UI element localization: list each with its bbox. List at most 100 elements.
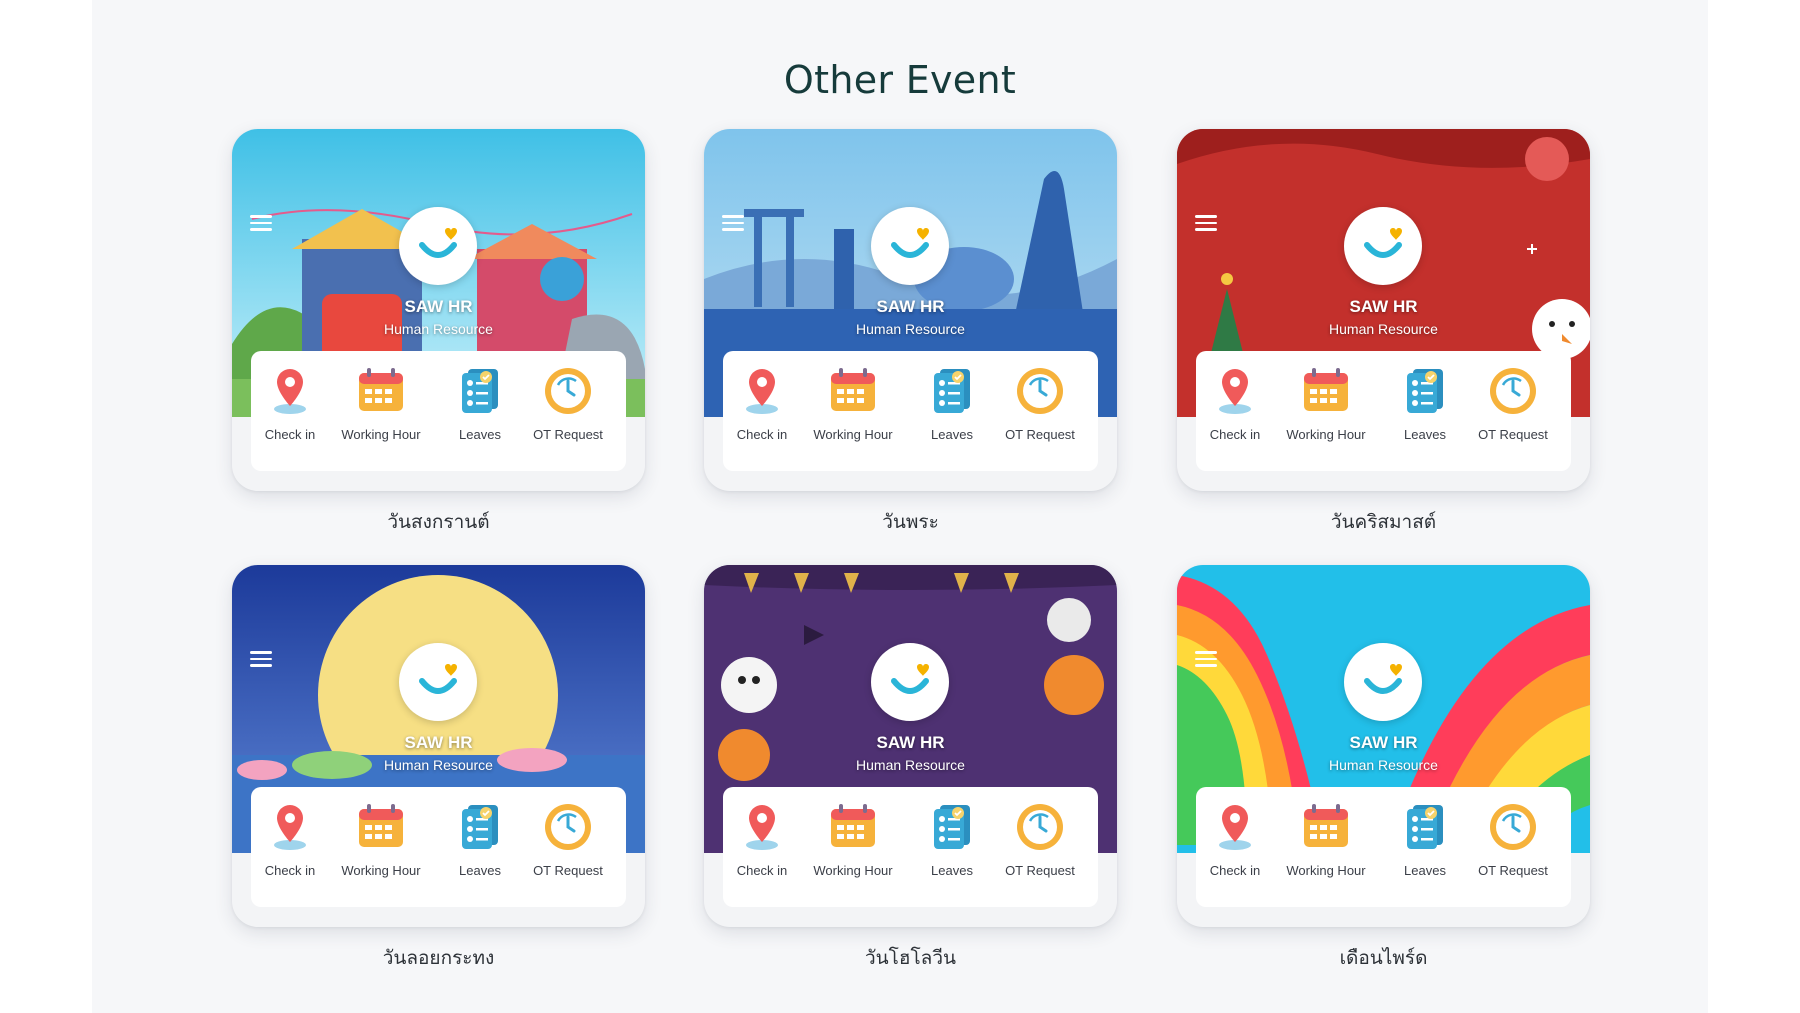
ot-request-button[interactable]: OT Request (523, 799, 613, 878)
check-in-button[interactable]: Check in (245, 799, 335, 878)
calendar-icon (825, 363, 881, 419)
hamburger-menu-icon[interactable] (250, 215, 272, 231)
ot-request-label: OT Request (533, 863, 603, 878)
checklist-clipboard-icon (1397, 799, 1453, 855)
ot-request-button[interactable]: OT Request (1468, 799, 1558, 878)
leaves-label: Leaves (931, 427, 973, 442)
working-hour-button[interactable]: Working Hour (808, 799, 898, 878)
quick-menu-panel: Check in Working Hour Leaves OT Request (723, 787, 1098, 907)
quick-menu-panel: Check in Working Hour Leaves OT Request (1196, 787, 1571, 907)
event-card-songkran[interactable]: SAW HR Human Resource Check in Working H… (232, 129, 645, 533)
leaves-button[interactable]: Leaves (1380, 363, 1470, 442)
calendar-icon (825, 799, 881, 855)
leaves-label: Leaves (459, 427, 501, 442)
clock-refresh-icon (540, 799, 596, 855)
saw-hr-logo (399, 643, 477, 721)
page-title: Other Event (783, 58, 1017, 102)
working-hour-label: Working Hour (341, 863, 421, 878)
ot-request-label: OT Request (1478, 863, 1548, 878)
saw-hr-logo (1344, 643, 1422, 721)
event-card-pride-month[interactable]: SAW HR Human Resource Check in Working H… (1177, 565, 1590, 969)
ot-request-button[interactable]: OT Request (995, 363, 1085, 442)
page: Other Event SAW HR Human Resource Check … (92, 0, 1708, 1013)
checklist-clipboard-icon (924, 363, 980, 419)
calendar-icon (353, 363, 409, 419)
event-card-buddhist-day[interactable]: SAW HR Human Resource Check in Working H… (704, 129, 1117, 533)
app-preview: SAW HR Human Resource Check in Working H… (232, 565, 645, 927)
check-in-label: Check in (264, 427, 316, 442)
ot-request-button[interactable]: OT Request (523, 363, 613, 442)
saw-hr-logo (1344, 207, 1422, 285)
app-preview: SAW HR Human Resource Check in Working H… (1177, 129, 1590, 491)
map-pin-icon (262, 799, 318, 855)
event-caption: วันโฮโลวีน (865, 947, 956, 969)
check-in-label: Check in (1209, 863, 1261, 878)
check-in-button[interactable]: Check in (717, 363, 807, 442)
leaves-button[interactable]: Leaves (435, 363, 525, 442)
ot-request-button[interactable]: OT Request (995, 799, 1085, 878)
hamburger-menu-icon[interactable] (1195, 215, 1217, 231)
working-hour-button[interactable]: Working Hour (1281, 799, 1371, 878)
leaves-label: Leaves (1404, 863, 1446, 878)
brand-name: SAW HR (1349, 297, 1418, 316)
leaves-label: Leaves (1404, 427, 1446, 442)
event-card-loy-krathong[interactable]: SAW HR Human Resource Check in Working H… (232, 565, 645, 969)
ot-request-button[interactable]: OT Request (1468, 363, 1558, 442)
quick-menu-panel: Check in Working Hour Leaves OT Request (1196, 351, 1571, 471)
quick-menu-panel: Check in Working Hour Leaves OT Request (251, 351, 626, 471)
working-hour-label: Working Hour (813, 427, 893, 442)
leaves-button[interactable]: Leaves (1380, 799, 1470, 878)
brand-name: SAW HR (404, 297, 473, 316)
check-in-button[interactable]: Check in (1190, 799, 1280, 878)
ot-request-label: OT Request (1478, 427, 1548, 442)
clock-refresh-icon (540, 363, 596, 419)
check-in-label: Check in (264, 863, 316, 878)
brand-name: SAW HR (876, 297, 945, 316)
working-hour-button[interactable]: Working Hour (336, 363, 426, 442)
checklist-clipboard-icon (452, 363, 508, 419)
brand-subtitle: Human Resource (384, 757, 493, 773)
ot-request-label: OT Request (1005, 427, 1075, 442)
app-preview: SAW HR Human Resource Check in Working H… (232, 129, 645, 491)
map-pin-icon (734, 799, 790, 855)
ot-request-label: OT Request (533, 427, 603, 442)
clock-refresh-icon (1012, 799, 1068, 855)
working-hour-button[interactable]: Working Hour (336, 799, 426, 878)
hamburger-menu-icon[interactable] (1195, 651, 1217, 667)
clock-refresh-icon (1485, 799, 1541, 855)
working-hour-button[interactable]: Working Hour (808, 363, 898, 442)
event-caption: วันพระ (882, 511, 939, 533)
brand-subtitle: Human Resource (856, 321, 965, 337)
check-in-label: Check in (1209, 427, 1261, 442)
hamburger-menu-icon[interactable] (250, 651, 272, 667)
leaves-button[interactable]: Leaves (435, 799, 525, 878)
leaves-label: Leaves (459, 863, 501, 878)
event-caption: วันคริสมาสต์ (1330, 511, 1437, 533)
ot-request-label: OT Request (1005, 863, 1075, 878)
clock-refresh-icon (1485, 363, 1541, 419)
check-in-button[interactable]: Check in (245, 363, 335, 442)
checklist-clipboard-icon (1397, 363, 1453, 419)
working-hour-label: Working Hour (813, 863, 893, 878)
brand-subtitle: Human Resource (856, 757, 965, 773)
check-in-button[interactable]: Check in (717, 799, 807, 878)
app-preview: SAW HR Human Resource Check in Working H… (1177, 565, 1590, 927)
saw-hr-logo (399, 207, 477, 285)
hamburger-menu-icon[interactable] (722, 215, 744, 231)
event-card-christmas[interactable]: SAW HR Human Resource Check in Working H… (1177, 129, 1590, 533)
leaves-button[interactable]: Leaves (907, 363, 997, 442)
app-preview: SAW HR Human Resource Check in Working H… (704, 565, 1117, 927)
check-in-button[interactable]: Check in (1190, 363, 1280, 442)
event-card-halloween[interactable]: SAW HR Human Resource Check in Working H… (704, 565, 1117, 969)
brand-name: SAW HR (876, 733, 945, 752)
map-pin-icon (1207, 363, 1263, 419)
check-in-label: Check in (736, 863, 788, 878)
checklist-clipboard-icon (452, 799, 508, 855)
working-hour-button[interactable]: Working Hour (1281, 363, 1371, 442)
map-pin-icon (734, 363, 790, 419)
app-preview: SAW HR Human Resource Check in Working H… (704, 129, 1117, 491)
event-caption: เดือนไพร์ด (1339, 947, 1428, 969)
brand-name: SAW HR (404, 733, 473, 752)
leaves-button[interactable]: Leaves (907, 799, 997, 878)
working-hour-label: Working Hour (341, 427, 421, 442)
